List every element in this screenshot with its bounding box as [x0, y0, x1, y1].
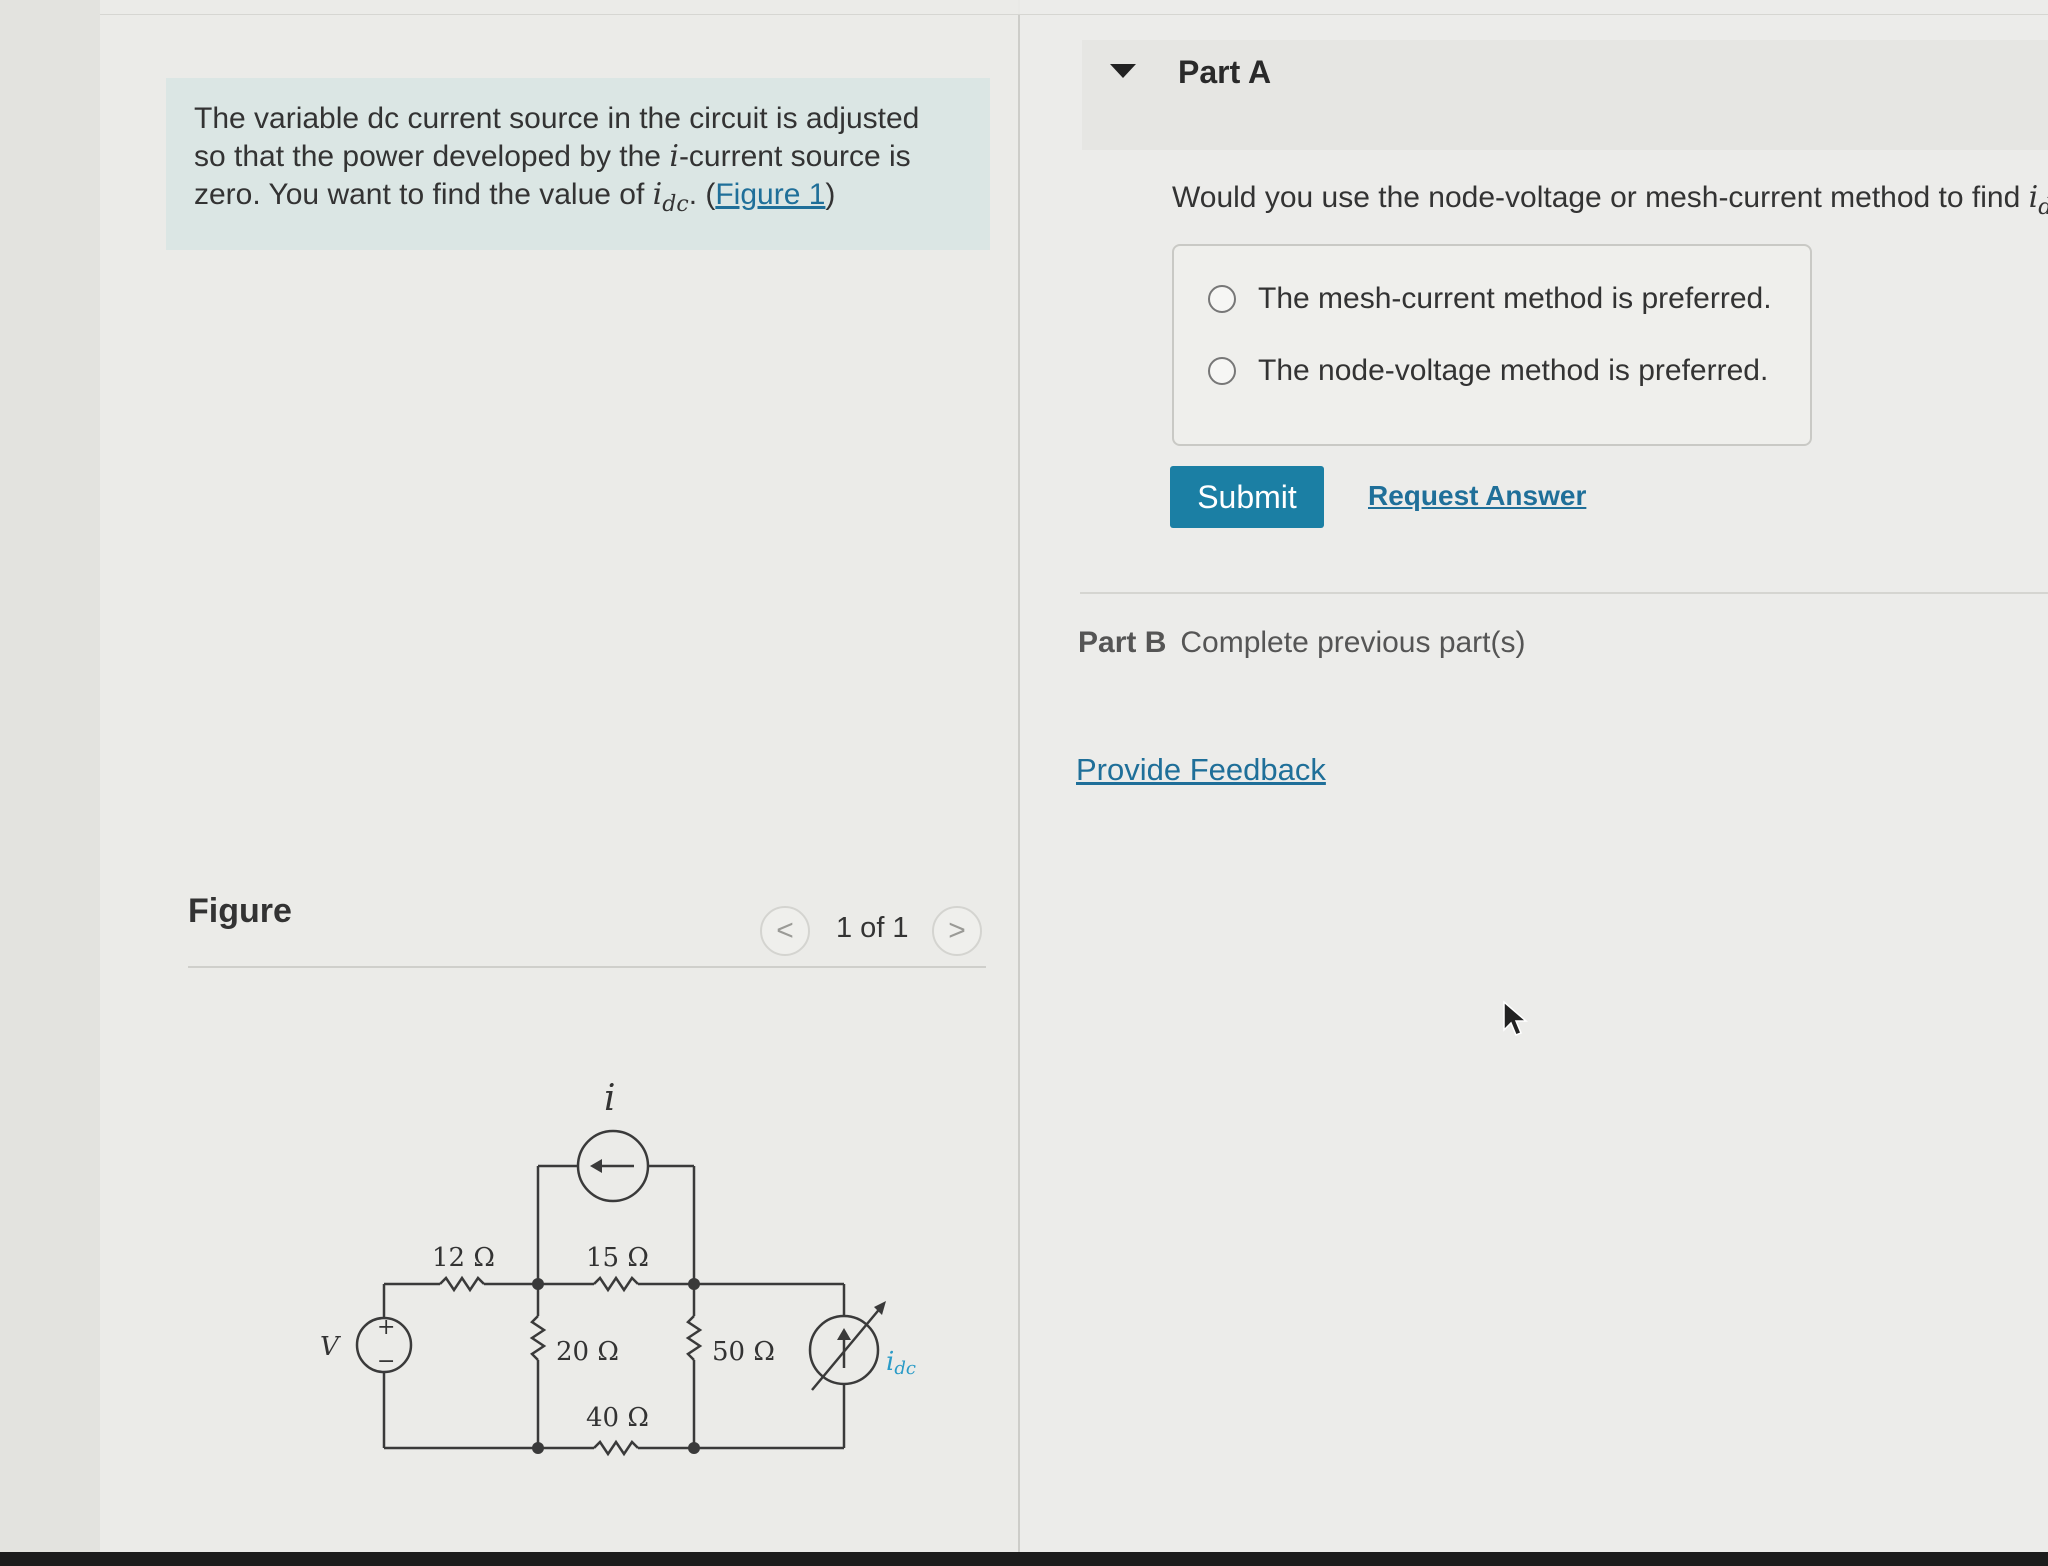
- submit-button[interactable]: Submit: [1170, 466, 1324, 528]
- node-dot: [532, 1442, 544, 1454]
- caret-down-icon[interactable]: [1110, 64, 1136, 78]
- pane-divider[interactable]: [1018, 14, 1020, 1552]
- node-dot: [688, 1442, 700, 1454]
- variable-arrow: [811, 1305, 883, 1391]
- source-v-label: V: [320, 1332, 341, 1362]
- r50-label: 50 Ω: [712, 1337, 775, 1367]
- request-answer-link[interactable]: Request Answer: [1368, 480, 1586, 512]
- resistor-20: [529, 1315, 547, 1361]
- resistor-50: [685, 1315, 703, 1361]
- node-dot: [688, 1278, 700, 1290]
- chevron-left-icon: <: [776, 914, 794, 947]
- problem-statement: The variable dc current source in the ci…: [166, 78, 990, 250]
- part-a-title[interactable]: Part A: [1178, 54, 1271, 91]
- node-dot: [532, 1278, 544, 1290]
- bottom-bar: [0, 1552, 2048, 1566]
- figure-divider: [188, 966, 986, 968]
- var-idc-sub: dc: [662, 192, 689, 217]
- circuit-diagram: V + − i 12 Ω 15 Ω 20 Ω 50 Ω 40 Ω idc: [320, 1078, 916, 1457]
- idc-label: idc: [886, 1347, 916, 1379]
- left-gutter: [0, 0, 101, 1552]
- var-idc: i: [652, 177, 663, 212]
- option-mesh-current[interactable]: The mesh-current method is preferred.: [1208, 282, 1772, 316]
- part-a-question: Would you use the node-voltage or mesh-c…: [1172, 180, 2048, 220]
- option-label: The mesh-current method is preferred.: [1258, 282, 1772, 315]
- problem-text: -current source is: [678, 140, 911, 173]
- answer-options: The mesh-current method is preferred. Th…: [1172, 244, 1812, 446]
- problem-line-3: zero. You want to find the value of idc.…: [194, 176, 962, 224]
- chevron-right-icon: >: [948, 914, 966, 947]
- plus-sign: +: [377, 1315, 395, 1340]
- problem-text: zero. You want to find the value of: [194, 178, 653, 211]
- problem-text: . (: [688, 178, 716, 211]
- var-i: i: [669, 139, 679, 174]
- top-rule: [100, 14, 2048, 15]
- source-i-label: i: [604, 1078, 616, 1119]
- var-idc-sub: dc: [2038, 195, 2048, 220]
- problem-text: ): [825, 178, 836, 211]
- arrowhead: [837, 1328, 851, 1340]
- r15-label: 15 Ω: [586, 1243, 649, 1273]
- radio-button[interactable]: [1208, 285, 1236, 313]
- part-divider: [1080, 592, 2048, 594]
- mouse-cursor-icon: [1503, 1000, 1529, 1036]
- option-label: The node-voltage method is preferred.: [1258, 354, 1769, 387]
- problem-text: so that the power developed by the: [194, 140, 670, 173]
- resistor-15: [593, 1275, 639, 1293]
- option-node-voltage[interactable]: The node-voltage method is preferred.: [1208, 354, 1768, 388]
- r20-label: 20 Ω: [556, 1337, 619, 1367]
- figure-prev-button[interactable]: <: [760, 906, 810, 956]
- r12-label: 12 Ω: [432, 1243, 495, 1273]
- figure-next-button[interactable]: >: [932, 906, 982, 956]
- figure-1-link[interactable]: Figure 1: [715, 178, 825, 211]
- figure-count: 1 of 1: [836, 912, 909, 944]
- part-b-status: Complete previous part(s): [1180, 626, 1526, 659]
- resistor-12: [439, 1275, 485, 1293]
- figure-title: Figure: [188, 892, 292, 930]
- question-text: Would you use the node-voltage or mesh-c…: [1172, 181, 2029, 214]
- part-b-label: Part B: [1078, 626, 1167, 659]
- provide-feedback-link[interactable]: Provide Feedback: [1076, 752, 1326, 788]
- r40-label: 40 Ω: [586, 1403, 649, 1433]
- part-b-row: Part B Complete previous part(s): [1078, 626, 1526, 660]
- arrowhead: [590, 1159, 602, 1173]
- radio-button[interactable]: [1208, 357, 1236, 385]
- minus-sign: −: [377, 1349, 395, 1374]
- var-idc: i: [2028, 180, 2039, 215]
- resistor-40: [593, 1439, 639, 1457]
- problem-line-2: so that the power developed by the i-cur…: [194, 138, 962, 176]
- problem-line-1: The variable dc current source in the ci…: [194, 102, 920, 135]
